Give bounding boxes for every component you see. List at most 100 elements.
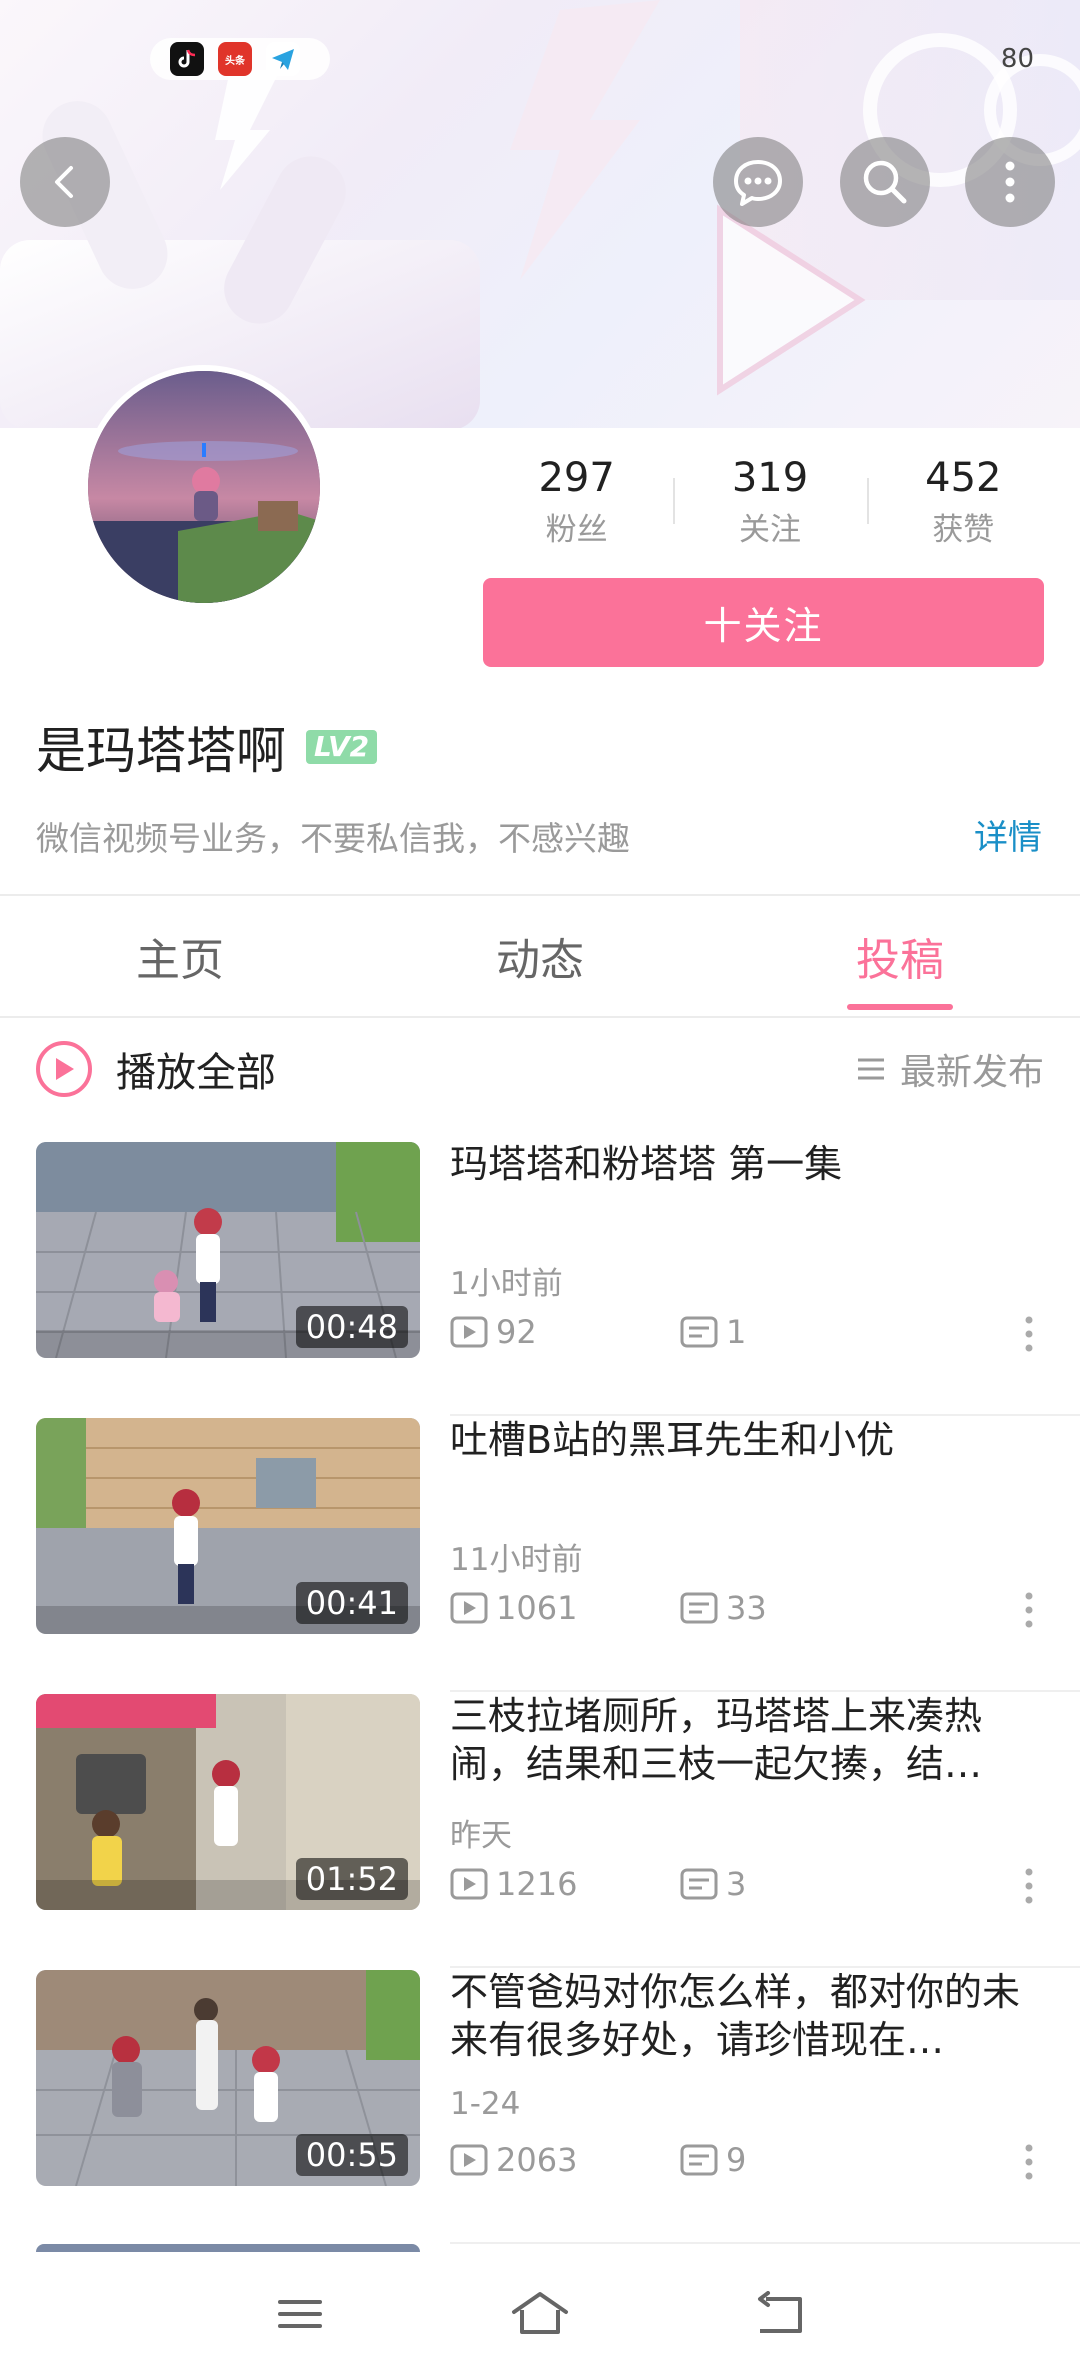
list-icon — [857, 1058, 884, 1080]
video-time: 昨天 — [450, 1818, 512, 1854]
back-button[interactable] — [20, 137, 110, 227]
status-bar: 头条 80 — [0, 0, 1080, 120]
stat-label: 关注 — [738, 512, 801, 548]
video-item[interactable]: 00:55 不管爸妈对你怎么样，都对你的未来有很多好处，请珍惜现在… 1-24 … — [0, 1968, 1080, 2244]
video-meta: 1061 33 — [450, 1586, 1044, 1630]
stat-value: 297 — [538, 455, 615, 501]
play-count-icon — [450, 2144, 488, 2176]
comment-count: 9 — [680, 2141, 910, 2179]
detail-link[interactable]: 详情 — [974, 810, 1042, 859]
video-thumbnail[interactable]: 01:52 — [36, 1694, 420, 1910]
divider — [0, 1016, 1080, 1018]
douyin-icon — [170, 42, 204, 76]
view-count-value: 1061 — [496, 1589, 578, 1627]
view-count: 92 — [450, 1313, 680, 1351]
comment-count-value: 3 — [726, 1865, 747, 1903]
more-vertical-icon — [1025, 1868, 1033, 1904]
back-arrow-icon — [758, 2291, 802, 2333]
search-button[interactable] — [840, 137, 930, 227]
comment-count: 1 — [680, 1313, 910, 1351]
message-button[interactable] — [713, 137, 803, 227]
view-count: 1216 — [450, 1865, 680, 1903]
tab-dynamics[interactable]: 动态 — [360, 896, 720, 1016]
level-badge: LV2 — [306, 730, 378, 764]
system-nav-bar — [0, 2252, 1080, 2376]
status-notification-apps: 头条 — [150, 38, 330, 80]
stat-value: 319 — [731, 455, 809, 501]
more-options-button[interactable] — [965, 137, 1055, 227]
profile-tabs: 主页 动态 投稿 — [0, 896, 1080, 1016]
stat-value: 452 — [925, 455, 1002, 501]
comment-icon — [680, 1868, 718, 1900]
video-item[interactable]: 00:48 玛塔塔和粉塔塔 第一集 1小时前 92 1 — [0, 1140, 1080, 1416]
stat-following[interactable]: 319 关注 — [673, 448, 866, 558]
video-more-button[interactable] — [1014, 2140, 1044, 2184]
video-more-button[interactable] — [1014, 1864, 1044, 1908]
tab-home[interactable]: 主页 — [0, 896, 360, 1016]
video-meta: 1216 3 — [450, 1862, 1044, 1906]
nav-menu-button[interactable] — [255, 2269, 345, 2359]
video-duration: 00:41 — [295, 1582, 408, 1624]
comment-count-value: 33 — [726, 1589, 767, 1627]
comment-count: 3 — [680, 1865, 910, 1903]
chevron-left-icon — [55, 166, 73, 198]
stat-fans[interactable]: 297 粉丝 — [480, 448, 673, 558]
profile-banner: 头条 80 — [0, 0, 1080, 428]
view-count-value: 1216 — [496, 1865, 578, 1903]
sort-button[interactable]: 最新发布 — [856, 1043, 1044, 1095]
play-circle-icon[interactable] — [36, 1041, 92, 1097]
battery-level: 80 — [1000, 44, 1034, 74]
play-all-row: 播放全部 最新发布 — [36, 1036, 1044, 1102]
video-duration: 00:48 — [295, 1306, 408, 1348]
video-meta: 92 1 — [450, 1310, 1044, 1354]
video-duration: 01:52 — [295, 1858, 408, 1900]
comment-count-value: 1 — [726, 1313, 747, 1351]
view-count-value: 92 — [496, 1313, 537, 1351]
video-time: 1-24 — [450, 2086, 521, 2122]
chat-bubble-icon — [734, 160, 782, 206]
more-vertical-icon — [1025, 1316, 1033, 1352]
video-more-button[interactable] — [1014, 1312, 1044, 1356]
video-item[interactable]: 00:41 吐槽B站的黑耳先生和小优 11小时前 1061 33 — [0, 1416, 1080, 1692]
video-time: 1小时前 — [450, 1266, 563, 1302]
play-count-icon — [450, 1868, 488, 1900]
menu-icon — [278, 2300, 322, 2328]
video-duration: 00:55 — [295, 2134, 408, 2176]
username: 是玛塔塔啊 — [36, 722, 286, 780]
video-title[interactable]: 三枝拉堵厕所，玛塔塔上来凑热闹，结果和三枝一起欠揍，结… — [450, 1692, 1050, 1788]
stat-label: 获赞 — [932, 512, 995, 548]
play-count-icon — [450, 1316, 488, 1348]
avatar-image — [88, 371, 320, 603]
video-item[interactable]: 01:52 三枝拉堵厕所，玛塔塔上来凑热闹，结果和三枝一起欠揍，结… 昨天 12… — [0, 1692, 1080, 1968]
video-thumbnail[interactable]: 00:48 — [36, 1142, 420, 1358]
comment-count: 33 — [680, 1589, 910, 1627]
video-title[interactable]: 吐槽B站的黑耳先生和小优 — [450, 1416, 1050, 1464]
avatar[interactable] — [82, 365, 326, 609]
comment-count-value: 9 — [726, 2141, 747, 2179]
name-row: 是玛塔塔啊 LV2 — [36, 712, 378, 782]
divider — [450, 2242, 1080, 2244]
tab-uploads[interactable]: 投稿 — [720, 896, 1080, 1016]
video-thumbnail[interactable]: 00:41 — [36, 1418, 420, 1634]
video-thumbnail[interactable]: 00:55 — [36, 1970, 420, 2186]
play-all-button[interactable]: 播放全部 — [116, 1040, 276, 1098]
video-title[interactable]: 玛塔塔和粉塔塔 第一集 — [450, 1140, 1050, 1188]
more-vertical-icon — [1025, 1592, 1033, 1628]
telegram-icon — [266, 42, 300, 76]
nav-home-button[interactable] — [495, 2269, 585, 2359]
view-count: 2063 — [450, 2141, 680, 2179]
stat-likes[interactable]: 452 获赞 — [866, 448, 1060, 558]
nav-back-button[interactable] — [735, 2269, 825, 2359]
view-count-value: 2063 — [496, 2141, 578, 2179]
video-list: 00:48 玛塔塔和粉塔塔 第一集 1小时前 92 1 00:41 吐槽B站的黑… — [0, 1140, 1080, 2244]
video-title[interactable]: 不管爸妈对你怎么样，都对你的未来有很多好处，请珍惜现在… — [450, 1968, 1050, 2064]
profile-stats: 297 粉丝 319 关注 452 获赞 — [480, 448, 1060, 558]
follow-button[interactable]: 十关注 — [483, 578, 1044, 667]
more-vertical-icon — [1025, 2144, 1033, 2180]
bio-text: 微信视频号业务，不要私信我，不感兴趣 — [36, 819, 630, 858]
video-more-button[interactable] — [1014, 1588, 1044, 1632]
toutiao-icon: 头条 — [218, 42, 252, 76]
play-count-icon — [450, 1592, 488, 1624]
video-thumbnail-partial[interactable] — [36, 2244, 420, 2252]
video-time: 11小时前 — [450, 1542, 583, 1578]
